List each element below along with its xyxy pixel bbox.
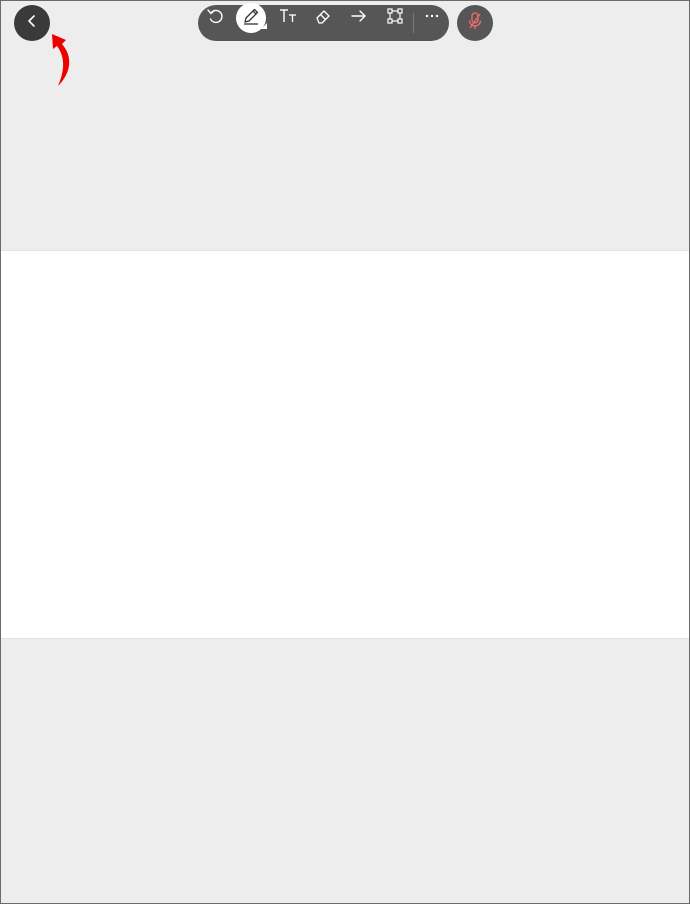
undo-icon xyxy=(206,7,224,30)
red-curved-arrow-annotation xyxy=(52,34,70,86)
arrow-tool-button[interactable] xyxy=(345,4,373,32)
arrow-right-icon xyxy=(350,7,368,30)
microphone-muted-icon xyxy=(466,11,484,36)
eraser-tool-button[interactable] xyxy=(309,4,337,32)
pen-options-indicator-icon xyxy=(261,16,267,34)
selection-tool-button[interactable] xyxy=(381,4,409,32)
whiteboard-page[interactable] xyxy=(1,250,689,639)
eraser-icon xyxy=(314,7,332,30)
more-icon xyxy=(423,7,441,30)
toolbar-divider xyxy=(413,13,414,33)
text-tool-button[interactable] xyxy=(274,4,302,32)
text-size-icon xyxy=(278,7,298,30)
more-options-button[interactable] xyxy=(418,4,446,32)
microphone-button[interactable] xyxy=(457,5,493,41)
chevron-left-icon xyxy=(25,13,39,34)
undo-button[interactable] xyxy=(201,4,229,32)
selection-box-icon xyxy=(386,7,404,30)
pen-icon xyxy=(241,6,261,31)
pen-tool-button[interactable] xyxy=(236,3,267,34)
